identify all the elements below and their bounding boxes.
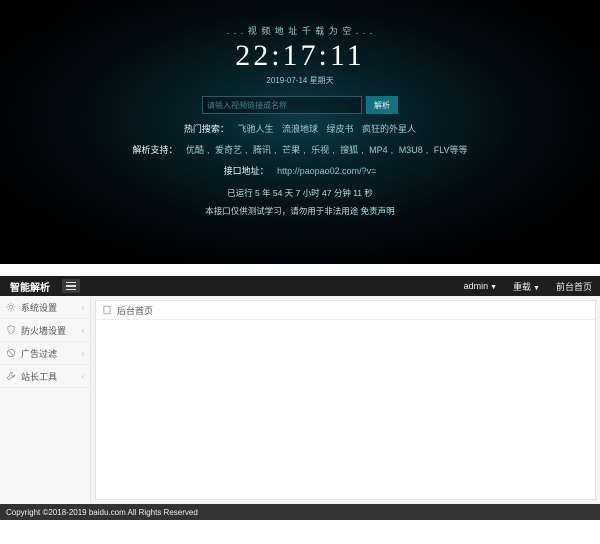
video-url-input[interactable] <box>202 96 362 114</box>
document-icon <box>102 305 112 315</box>
support-label: 解析支持： <box>132 145 177 155</box>
sidebar-item-firewall[interactable]: 防火墙设置 ‹ <box>0 319 90 342</box>
video-parser-panel: . . . 视 频 地 址 千 载 为 空 . . . 22:17:11 201… <box>0 0 600 264</box>
support-row: 解析支持： 优酷, 爱奇艺, 腾讯, 芒果, 乐视, 搜狐, MP4, M3U8… <box>0 143 600 156</box>
sidebar-item-adfilter[interactable]: 广告过滤 ‹ <box>0 342 90 365</box>
brand: 智能解析 <box>0 279 60 294</box>
hot-label: 热门搜索： <box>184 124 229 134</box>
support-item: 优酷 <box>186 145 204 155</box>
hot-search-row: 热门搜索： 飞驰人生 流浪地球 绿皮书 疯狂的外星人 <box>0 122 600 135</box>
front-home-link[interactable]: 前台首页 <box>548 280 600 293</box>
hot-link[interactable]: 流浪地球 <box>282 124 318 134</box>
support-item: M3U8 <box>399 145 423 155</box>
date: 2019-07-14 星期天 <box>0 75 600 86</box>
support-item: 搜狐 <box>340 145 358 155</box>
hot-link[interactable]: 疯狂的外星人 <box>362 124 416 134</box>
api-url[interactable]: http://paopao02.com/?v= <box>277 166 376 176</box>
sidebar-label: 站长工具 <box>21 370 57 383</box>
chevron-left-icon: ‹ <box>81 349 84 358</box>
parse-button[interactable]: 解析 <box>366 96 398 114</box>
tagline: . . . 视 频 地 址 千 载 为 空 . . . <box>0 24 600 37</box>
support-item: 爱奇艺 <box>215 145 242 155</box>
hot-link[interactable]: 飞驰人生 <box>237 124 273 134</box>
search-row: 解析 <box>0 96 600 114</box>
shield-icon <box>6 325 16 335</box>
sidebar-label: 广告过滤 <box>21 347 57 360</box>
clock: 22:17:11 <box>0 39 600 73</box>
reload-menu[interactable]: 重载▼ <box>505 280 548 293</box>
api-row: 接口地址： http://paopao02.com/?v= <box>0 164 600 177</box>
sidebar-label: 系统设置 <box>21 301 57 314</box>
chevron-left-icon: ‹ <box>81 303 84 312</box>
gear-icon <box>6 302 16 312</box>
chevron-left-icon: ‹ <box>81 326 84 335</box>
admin-panel: 智能解析 admin▼ 重载▼ 前台首页 系统设置 ‹ 防火墙设置 ‹ 广告过滤 ‹ … <box>0 276 600 520</box>
api-label: 接口地址： <box>224 166 269 176</box>
sidebar-item-tools[interactable]: 站长工具 ‹ <box>0 365 90 388</box>
support-item: 腾讯 <box>253 145 271 155</box>
disclaimer-link[interactable]: 免责声明 <box>361 206 395 216</box>
breadcrumb: 后台首页 <box>96 301 595 320</box>
disclaimer-text: 本接口仅供测试学习，请勿用于非法用途 <box>205 206 360 216</box>
user-menu[interactable]: admin▼ <box>456 281 505 291</box>
support-item: FLV等等 <box>434 145 468 155</box>
admin-topbar: 智能解析 admin▼ 重载▼ 前台首页 <box>0 276 600 296</box>
hot-link[interactable]: 绿皮书 <box>327 124 354 134</box>
support-item: 芒果 <box>282 145 300 155</box>
uptime: 已运行 5 年 54 天 7 小时 47 分钟 11 秒 <box>0 187 600 199</box>
chevron-left-icon: ‹ <box>81 372 84 381</box>
sidebar: 系统设置 ‹ 防火墙设置 ‹ 广告过滤 ‹ 站长工具 ‹ <box>0 296 91 504</box>
footer: Copyright ©2018-2019 baidu.com All Right… <box>0 504 600 520</box>
support-item: MP4 <box>369 145 388 155</box>
filter-icon <box>6 348 16 358</box>
disclaimer: 本接口仅供测试学习，请勿用于非法用途 免责声明 <box>0 205 600 217</box>
sidebar-item-system[interactable]: 系统设置 ‹ <box>0 296 90 319</box>
sidebar-label: 防火墙设置 <box>21 324 66 337</box>
hamburger-icon[interactable] <box>62 279 80 293</box>
main-content: 后台首页 <box>95 300 596 500</box>
wrench-icon <box>6 371 16 381</box>
breadcrumb-text: 后台首页 <box>117 304 153 317</box>
support-item: 乐视 <box>311 145 329 155</box>
